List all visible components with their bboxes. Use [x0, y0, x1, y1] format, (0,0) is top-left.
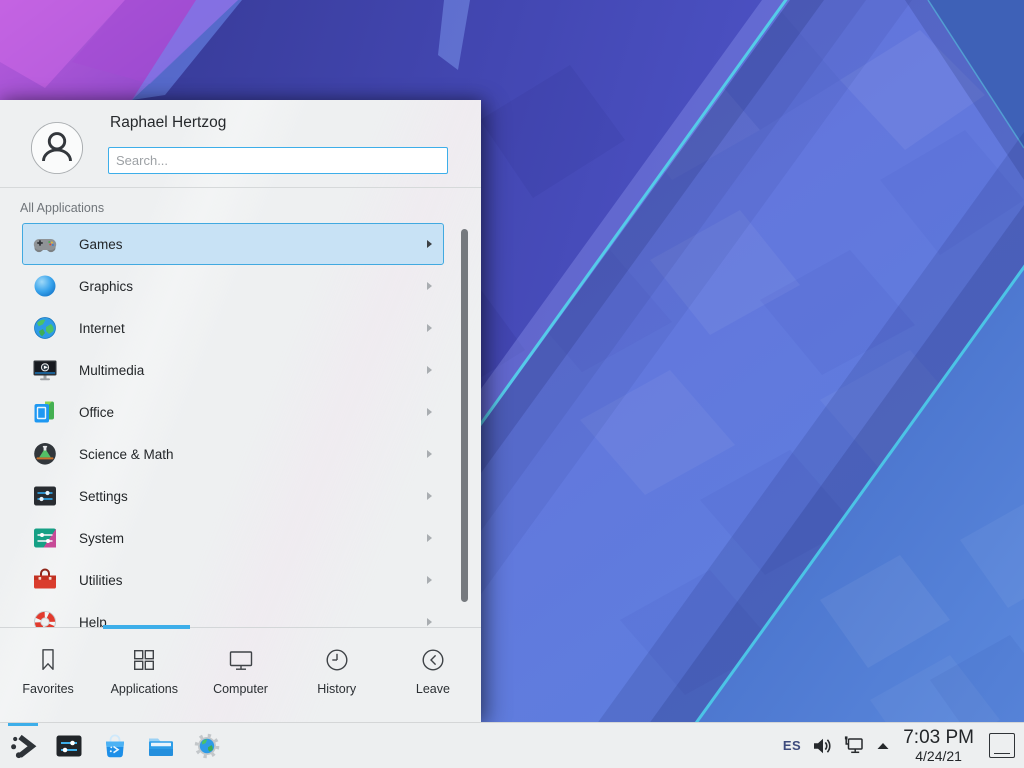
- show-desktop-button[interactable]: [989, 733, 1015, 758]
- multimedia-icon: [32, 357, 58, 383]
- office-icon: [32, 399, 58, 425]
- tab-computer[interactable]: Computer: [192, 628, 288, 722]
- tab-leave[interactable]: Leave: [385, 628, 481, 722]
- tab-label: History: [317, 682, 356, 696]
- taskbar-launcher-discover[interactable]: [100, 731, 130, 761]
- category-label: Office: [79, 405, 114, 420]
- network-icon[interactable]: [843, 735, 865, 757]
- category-label: Graphics: [79, 279, 133, 294]
- discover-icon: [100, 731, 130, 761]
- favorites-icon: [34, 646, 62, 674]
- active-task-indicator: [8, 723, 38, 726]
- submenu-arrow-icon: [427, 450, 432, 458]
- system-icon: [32, 525, 58, 551]
- caret-up-icon[interactable]: [875, 738, 891, 754]
- category-label: Internet: [79, 321, 125, 336]
- folder-icon: [146, 731, 176, 761]
- desktop: Raphael Hertzog All Applications Games G…: [0, 0, 1024, 768]
- header-divider: [0, 187, 481, 188]
- category-label: Utilities: [79, 573, 123, 588]
- leave-icon: [419, 646, 447, 674]
- settings-icon: [32, 483, 58, 509]
- category-list: Games Graphics Internet Multimedia Offic…: [0, 220, 481, 627]
- submenu-arrow-icon: [427, 282, 432, 290]
- computer-icon: [227, 646, 255, 674]
- category-label: Settings: [79, 489, 128, 504]
- submenu-arrow-icon: [427, 366, 432, 374]
- help-icon: [32, 609, 58, 627]
- taskbar-launchers: [0, 731, 222, 761]
- taskbar-launcher-file-manager[interactable]: [146, 731, 176, 761]
- clock[interactable]: 7:03 PM 4/24/21: [903, 728, 974, 763]
- category-item-office[interactable]: Office: [22, 391, 444, 433]
- submenu-arrow-icon: [427, 534, 432, 542]
- taskbar-launcher-web-browser[interactable]: [192, 731, 222, 761]
- category-item-multimedia[interactable]: Multimedia: [22, 349, 444, 391]
- submenu-arrow-icon: [427, 324, 432, 332]
- taskbar-launcher-system-settings[interactable]: [54, 731, 84, 761]
- tab-bar: Favorites Applications Computer History …: [0, 627, 481, 722]
- scrollbar[interactable]: [461, 229, 468, 602]
- submenu-arrow-icon: [427, 576, 432, 584]
- category-label: Games: [79, 237, 123, 252]
- submenu-arrow-icon: [427, 618, 432, 626]
- category-item-system[interactable]: System: [22, 517, 444, 559]
- taskbar-launcher-application-launcher[interactable]: [8, 731, 38, 761]
- user-avatar[interactable]: [30, 121, 84, 175]
- tab-label: Computer: [213, 682, 268, 696]
- tab-applications[interactable]: Applications: [96, 628, 192, 722]
- games-icon: [32, 231, 58, 257]
- tray-icons: [811, 735, 891, 757]
- category-item-utilities[interactable]: Utilities: [22, 559, 444, 601]
- keyboard-layout-indicator[interactable]: ES: [783, 738, 801, 753]
- user-name: Raphael Hertzog: [110, 114, 226, 132]
- submenu-arrow-icon: [427, 240, 432, 248]
- tab-label: Leave: [416, 682, 450, 696]
- category-item-settings[interactable]: Settings: [22, 475, 444, 517]
- tab-label: Applications: [111, 682, 178, 696]
- category-item-games[interactable]: Games: [22, 223, 444, 265]
- taskbar: ES 7:03 PM 4/24/21: [0, 722, 1024, 768]
- clock-date: 4/24/21: [915, 749, 962, 763]
- category-item-internet[interactable]: Internet: [22, 307, 444, 349]
- category-item-science-math[interactable]: Science & Math: [22, 433, 444, 475]
- volume-icon[interactable]: [811, 735, 833, 757]
- graphics-icon: [32, 273, 58, 299]
- utilities-icon: [32, 567, 58, 593]
- system-tray: ES 7:03 PM 4/24/21: [783, 728, 1024, 763]
- submenu-arrow-icon: [427, 408, 432, 416]
- category-label: System: [79, 531, 124, 546]
- applications-icon: [130, 646, 158, 674]
- clock-time: 7:03 PM: [903, 728, 974, 747]
- kde-launcher-icon: [8, 731, 38, 761]
- section-label: All Applications: [20, 201, 104, 215]
- active-tab-indicator: [103, 625, 190, 629]
- history-icon: [323, 646, 351, 674]
- tab-favorites[interactable]: Favorites: [0, 628, 96, 722]
- system-settings-icon: [54, 731, 84, 761]
- submenu-arrow-icon: [427, 492, 432, 500]
- browser-icon: [192, 731, 222, 761]
- category-label: Multimedia: [79, 363, 144, 378]
- category-item-graphics[interactable]: Graphics: [22, 265, 444, 307]
- internet-icon: [32, 315, 58, 341]
- application-launcher-menu: Raphael Hertzog All Applications Games G…: [0, 100, 481, 722]
- search-input[interactable]: [108, 147, 448, 174]
- tab-label: Favorites: [22, 682, 73, 696]
- category-label: Science & Math: [79, 447, 174, 462]
- category-item-help[interactable]: Help: [22, 601, 444, 627]
- tab-history[interactable]: History: [289, 628, 385, 722]
- science-icon: [32, 441, 58, 467]
